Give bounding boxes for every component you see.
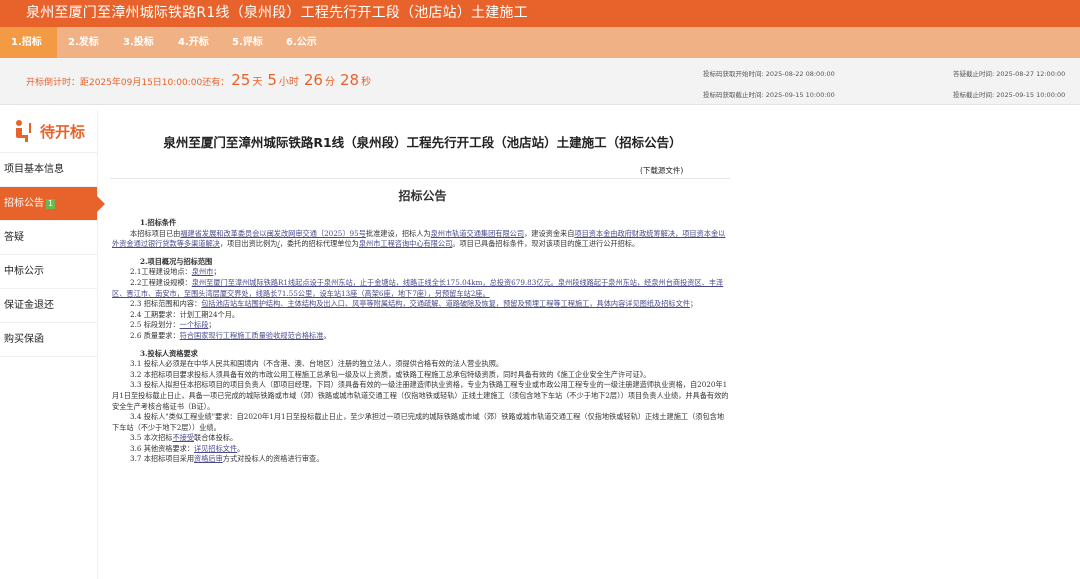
countdown-days-unit: 天 xyxy=(252,77,263,88)
text: 方式对投标人的资格进行审查。 xyxy=(222,454,324,464)
text: ； xyxy=(213,267,221,277)
paragraph: 2.5 标段划分：一个标段； xyxy=(112,320,730,331)
sidebar-item-award-publicity[interactable]: 中标公示 xyxy=(0,255,97,289)
text: 2.1工程建设地点： xyxy=(130,267,192,277)
paragraph: 3.6 其他资格要求：详见招标文件。 xyxy=(112,444,730,455)
step-tender[interactable]: 1.招标 xyxy=(0,27,57,58)
scope: 包括池店站车站围护结构、主体结构及出入口、风亭等附属结构，交通疏解、道路破除及恢… xyxy=(201,299,690,309)
sidebar-item-label: 招标公告 xyxy=(4,198,44,209)
text: 2.3 招标范围和内容： xyxy=(130,299,202,309)
tenderer-name: 泉州市轨道交通集团有限公司 xyxy=(430,228,525,238)
code-end-time: 投标码获取截止时间: 2025-09-15 10:00:00 xyxy=(703,91,835,99)
section-heading: 1.招标条件 xyxy=(140,218,177,227)
sidebar-item-label: 中标公示 xyxy=(4,266,44,277)
countdown-minutes-unit: 分 xyxy=(324,77,335,88)
sidebar-item-project-info[interactable]: 项目基本信息 xyxy=(0,153,97,187)
text: ，委托的招标代理单位为 xyxy=(279,239,359,249)
text: 3.7 本招标项目采用 xyxy=(130,454,195,464)
countdown-seconds-unit: 秒 xyxy=(361,77,372,88)
code-start-time: 投标码获取开始时间: 2025-08-22 08:00:00 xyxy=(703,70,835,78)
countdown-seconds: 28 xyxy=(339,71,360,89)
countdown-days: 25 xyxy=(231,71,251,89)
text: 。 xyxy=(323,330,331,340)
count-badge: 1 xyxy=(46,199,56,209)
countdown-prefix: 开标倒计时：距2025年09月15日10:00:00还有： xyxy=(26,78,230,88)
paragraph: 3.2 本招标项目要求投标人须具备有效的市政公用工程施工总承包一级及以上资质，或… xyxy=(130,369,651,379)
paragraph: 3.7 本招标项目采用资格后审方式对投标人的资格进行审查。 xyxy=(112,454,730,465)
countdown-bar: 开标倒计时：距2025年09月15日10:00:00还有： 25 天 5 小时 … xyxy=(0,58,1080,105)
divider xyxy=(110,178,730,179)
other-requirements: 详见招标文件 xyxy=(194,443,238,453)
text: ，项目出资比例为 xyxy=(219,239,278,249)
sidebar-item-tender-notice[interactable]: 招标公告 1 xyxy=(0,187,105,221)
section-heading: 3.投标人资格要求 xyxy=(140,348,198,358)
approval-doc: 福建省发展和改革委员会以闽发改网审交通〔2025〕95号 xyxy=(180,228,366,238)
text: ； xyxy=(689,299,698,309)
agency-name: 泉州市工程咨询中心有限公司 xyxy=(358,239,453,249)
consortium-policy: 不接受 xyxy=(172,433,195,443)
sidebar-item-qa[interactable]: 答疑 xyxy=(0,221,97,255)
text: ； xyxy=(208,320,216,330)
qa-deadline: 答疑截止时间: 2025-08-27 12:00:00 xyxy=(953,70,1066,78)
sidebar-item-label: 项目基本信息 xyxy=(4,164,64,175)
paragraph: 3.1 投标人必须是在中华人民共和国境内（不含港、澳、台地区）注册的独立法人，须… xyxy=(130,359,504,369)
sidebar-item-deposit-refund[interactable]: 保证金退还 xyxy=(0,289,97,323)
paragraph: 3.5 本次招标不接受联合体投标。 xyxy=(112,433,730,444)
bid-opening-countdown: 开标倒计时：距2025年09月15日10:00:00还有： 25 天 5 小时 … xyxy=(26,71,374,91)
paragraph: 2.1工程建设地点：泉州市； xyxy=(112,267,730,278)
status-label: 待开标 xyxy=(39,122,85,141)
progress-steps: 1.招标 2.发标 3.投标 4.开标 5.评标 6.公示 xyxy=(0,27,1080,58)
notice-heading: 招标公告 xyxy=(398,189,447,203)
text: 。项目已具备招标条件，现对该项目的施工进行公开招标。 xyxy=(452,239,640,249)
paragraph: 2.3 招标范围和内容：包括池店站车站围护结构、主体结构及出入口、风亭等附属结构… xyxy=(112,299,730,310)
text: 本招标项目已由 xyxy=(130,228,181,238)
sidebar-item-label: 答疑 xyxy=(4,232,24,243)
text: 2.2工程建设规模： xyxy=(130,277,192,287)
lot-division: 一个标段 xyxy=(179,320,209,330)
download-source-link[interactable]: (下载源文件) xyxy=(640,165,683,176)
text: 批准建设，招标人为 xyxy=(365,228,431,238)
sidebar: 待开标 项目基本信息 招标公告 1 答疑 中标公示 保证金退还 购买保函 xyxy=(0,110,105,579)
text: 2.6 质量要求： xyxy=(130,330,180,340)
paragraph: 3.4 投标人"类似工程业绩"要求：自2020年1月1日至投标截止日止，至少承担… xyxy=(112,412,725,432)
text: 3.6 其他资格要求： xyxy=(130,443,195,453)
step-evaluate[interactable]: 5.评标 xyxy=(232,27,263,58)
step-open[interactable]: 4.开标 xyxy=(178,27,209,58)
document-title: 泉州至厦门至漳州城际铁路R1线（泉州段）工程先行开工段（池店站）土建施工（招标公… xyxy=(163,135,682,150)
sidebar-item-label: 保证金退还 xyxy=(4,300,54,311)
status-header: 待开标 xyxy=(0,110,97,153)
sidebar-item-label: 购买保函 xyxy=(4,334,44,345)
section-heading: 2.项目概况与招标范围 xyxy=(140,256,213,266)
countdown-minutes: 26 xyxy=(303,71,323,89)
paragraph: 本招标项目已由福建省发展和改革委员会以闽发改网审交通〔2025〕95号批准建设，… xyxy=(112,229,730,250)
page-title: 泉州至厦门至漳州城际铁路R1线（泉州段）工程先行开工段（池店站）土建施工 xyxy=(0,0,1080,27)
countdown-hours-unit: 小时 xyxy=(278,77,299,88)
text: 联合体投标。 xyxy=(194,433,238,443)
paragraph: 2.6 质量要求：符合国家现行工程施工质量验收规范合格标准。 xyxy=(112,331,730,342)
bid-deadline: 投标截止时间: 2025-09-15 10:00:00 xyxy=(953,91,1066,99)
step-issue[interactable]: 2.发标 xyxy=(68,27,99,58)
quality-requirement: 符合国家现行工程施工质量验收规范合格标准 xyxy=(179,330,324,340)
document-panel: 泉州至厦门至漳州城际铁路R1线（泉州段）工程先行开工段（池店站）土建施工（招标公… xyxy=(110,110,735,579)
text: 2.5 标段划分： xyxy=(130,320,180,330)
text: 3.5 本次招标 xyxy=(130,433,173,443)
waiting-person-icon xyxy=(15,120,31,142)
text: 。 xyxy=(237,443,245,453)
paragraph: 3.3 投标人拟担任本招标项目的项目负责人（即项目经理，下同）须具备有效的一级注… xyxy=(112,380,729,411)
review-method: 资格后审 xyxy=(194,454,223,464)
step-bid[interactable]: 3.投标 xyxy=(123,27,154,58)
step-publicity[interactable]: 6.公示 xyxy=(286,27,317,58)
paragraph: 2.2工程建设规模：泉州至厦门至漳州城际铁路R1线起点设于泉州东站，止于金塘站，… xyxy=(112,278,730,299)
countdown-hours: 5 xyxy=(267,71,277,89)
location: 泉州市 xyxy=(191,267,214,277)
sidebar-item-buy-guarantee[interactable]: 购买保函 xyxy=(0,323,97,357)
scale: 泉州至厦门至漳州城际铁路R1线起点设于泉州东站，止于金塘站，线路正线全长175.… xyxy=(112,277,724,298)
text: ，建设资金来自 xyxy=(524,228,575,238)
paragraph: 2.4 工期要求：计划工期24个月。 xyxy=(130,309,240,319)
notice-body: 1.招标条件 本招标项目已由福建省发展和改革委员会以闽发改网审交通〔2025〕9… xyxy=(112,218,730,465)
